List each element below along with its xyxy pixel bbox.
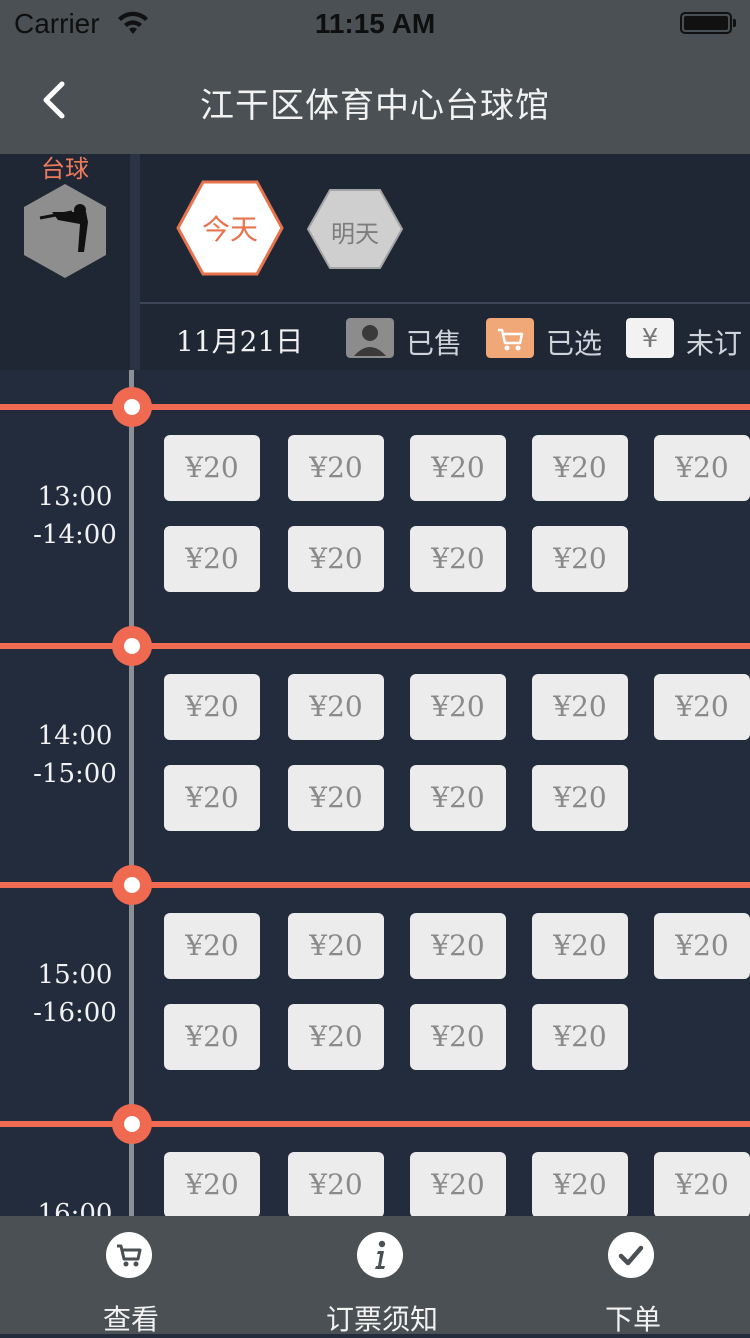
timeline[interactable]: 13:00 -14:00 ¥20 ¥20 ¥20 ¥20 ¥20 ¥20 ¥20 ¥20 ¥20 14… (0, 370, 750, 1216)
table-price-button[interactable]: ¥20 (410, 765, 506, 831)
legend-available-label: 未订 (686, 327, 743, 360)
user-icon (346, 318, 394, 358)
table-price-button[interactable]: ¥20 (164, 674, 260, 740)
tab-view[interactable]: 查看 (6, 1216, 256, 1336)
tab-bar: 查看 订票须知 下单 (0, 1216, 750, 1336)
table-price-button[interactable]: ¥20 (164, 435, 260, 501)
table-price-button[interactable]: ¥20 (288, 913, 384, 979)
slot-end-time: -16:00 (33, 998, 117, 1028)
table-price-button[interactable]: ¥20 (532, 1152, 628, 1216)
timeline-node (112, 626, 152, 666)
selected-date: 11月21日 (176, 325, 304, 358)
table-price-button[interactable]: ¥20 (410, 435, 506, 501)
header-divider (140, 302, 750, 304)
legend-selected-label: 已选 (546, 327, 603, 360)
slot-end-time: -14:00 (33, 520, 117, 550)
category-column (0, 154, 130, 370)
battery-icon (680, 12, 736, 34)
day-today-button[interactable]: 今天 (176, 180, 284, 276)
table-price-button[interactable]: ¥20 (410, 1152, 506, 1216)
table-price-button[interactable]: ¥20 (288, 526, 384, 592)
table-price-button[interactable]: ¥20 (532, 435, 628, 501)
timeline-node (112, 865, 152, 905)
table-price-button[interactable]: ¥20 (288, 1004, 384, 1070)
table-price-button[interactable]: ¥20 (532, 526, 628, 592)
table-price-button[interactable]: ¥20 (164, 526, 260, 592)
billiards-icon[interactable] (22, 182, 108, 280)
table-price-button[interactable]: ¥20 (654, 1152, 750, 1216)
column-divider (130, 154, 140, 370)
day-today-label: 今天 (201, 213, 258, 246)
slot-time-label: 16:00-17:00 (0, 1195, 150, 1216)
tab-view-label: 查看 (102, 1303, 159, 1336)
page-title: 江干区体育中心台球馆 (200, 86, 550, 126)
table-price-button[interactable]: ¥20 (532, 913, 628, 979)
svg-text:¥: ¥ (642, 324, 659, 354)
yen-icon: ¥ (626, 318, 674, 358)
slot-time-label: 15:00 -16:00 (0, 956, 150, 1032)
day-tomorrow-label: 明天 (331, 220, 379, 248)
table-price-button[interactable]: ¥20 (654, 674, 750, 740)
slot-start-time: 13:00 (37, 482, 113, 512)
table-price-button[interactable]: ¥20 (532, 674, 628, 740)
tab-notice[interactable]: 订票须知 (257, 1216, 507, 1336)
table-price-button[interactable]: ¥20 (164, 765, 260, 831)
table-price-button[interactable]: ¥20 (410, 913, 506, 979)
table-price-button[interactable]: ¥20 (164, 1152, 260, 1216)
check-icon (608, 1232, 654, 1278)
table-price-button[interactable]: ¥20 (410, 674, 506, 740)
legend-sold-label: 已售 (406, 327, 463, 360)
table-price-button[interactable]: ¥20 (288, 674, 384, 740)
cart-icon (106, 1232, 152, 1278)
table-price-button[interactable]: ¥20 (164, 1004, 260, 1070)
category-label: 台球 (41, 155, 89, 183)
table-price-button[interactable]: ¥20 (532, 1004, 628, 1070)
table-price-button[interactable]: ¥20 (532, 765, 628, 831)
table-price-button[interactable]: ¥20 (288, 765, 384, 831)
table-price-button[interactable]: ¥20 (654, 913, 750, 979)
slot-time-label: 14:00 -15:00 (0, 717, 150, 793)
table-price-button[interactable]: ¥20 (164, 913, 260, 979)
slot-start-time: 16:00 (37, 1199, 113, 1216)
day-tomorrow-button[interactable]: 明天 (306, 188, 404, 270)
slot-start-time: 15:00 (37, 960, 113, 990)
table-price-button[interactable]: ¥20 (288, 1152, 384, 1216)
timeline-node (112, 387, 152, 427)
table-price-button[interactable]: ¥20 (410, 526, 506, 592)
tab-notice-label: 订票须知 (325, 1303, 438, 1336)
nav-bar: 江干区体育中心台球馆 (0, 50, 750, 154)
tab-order[interactable]: 下单 (508, 1216, 750, 1336)
timeline-node (112, 1104, 152, 1144)
cart-icon (486, 318, 534, 358)
date-header: 今天 明天 11月21日 已售 已选 ¥ 未订 (140, 154, 750, 370)
table-price-button[interactable]: ¥20 (654, 435, 750, 501)
slot-end-time: -15:00 (33, 759, 117, 789)
table-price-button[interactable]: ¥20 (288, 435, 384, 501)
status-time: 11:15 AM (314, 8, 436, 39)
slot-start-time: 14:00 (37, 721, 113, 751)
info-icon (357, 1232, 403, 1278)
tab-order-label: 下单 (604, 1303, 661, 1336)
slot-time-label: 13:00 -14:00 (0, 478, 150, 554)
table-price-button[interactable]: ¥20 (410, 1004, 506, 1070)
status-bar: Carrier 11:15 AM (0, 0, 750, 50)
